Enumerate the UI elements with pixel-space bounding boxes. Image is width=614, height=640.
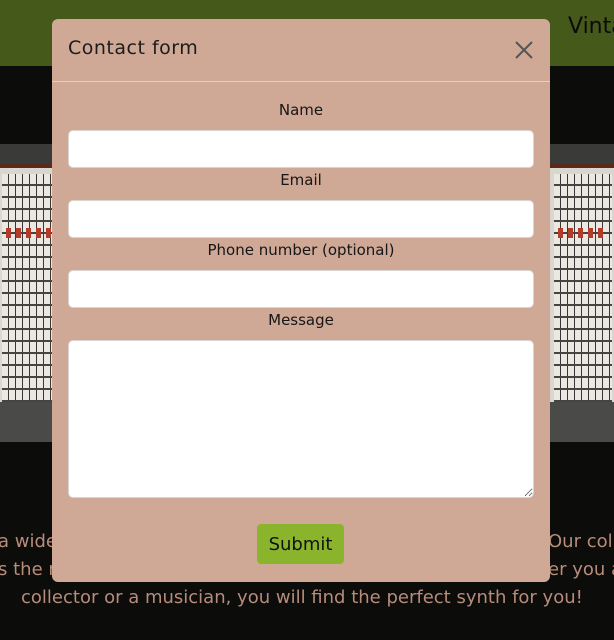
name-input[interactable] xyxy=(68,130,534,168)
name-label: Name xyxy=(278,101,324,119)
intro-line-1: a wide xyxy=(0,531,57,552)
close-icon xyxy=(515,41,533,59)
email-label: Email xyxy=(280,171,322,189)
phone-label: Phone number (optional) xyxy=(207,241,395,259)
message-textarea[interactable] xyxy=(68,340,534,498)
modal-header: Contact form xyxy=(52,19,550,82)
intro-line-2b: er you a xyxy=(548,559,614,580)
contact-modal: Contact form Name Email Phone number (op… xyxy=(52,19,550,582)
intro-line-1b: Our col xyxy=(548,531,613,552)
synth-panel-right xyxy=(544,164,614,422)
site-brand[interactable]: Vinta xyxy=(568,14,614,39)
intro-line-3: collector or a musician, you will find t… xyxy=(21,587,583,608)
email-input[interactable] xyxy=(68,200,534,238)
message-label: Message xyxy=(268,311,334,329)
submit-button[interactable]: Submit xyxy=(257,524,344,564)
phone-input[interactable] xyxy=(68,270,534,308)
modal-title: Contact form xyxy=(68,37,199,59)
close-button[interactable] xyxy=(512,38,536,62)
